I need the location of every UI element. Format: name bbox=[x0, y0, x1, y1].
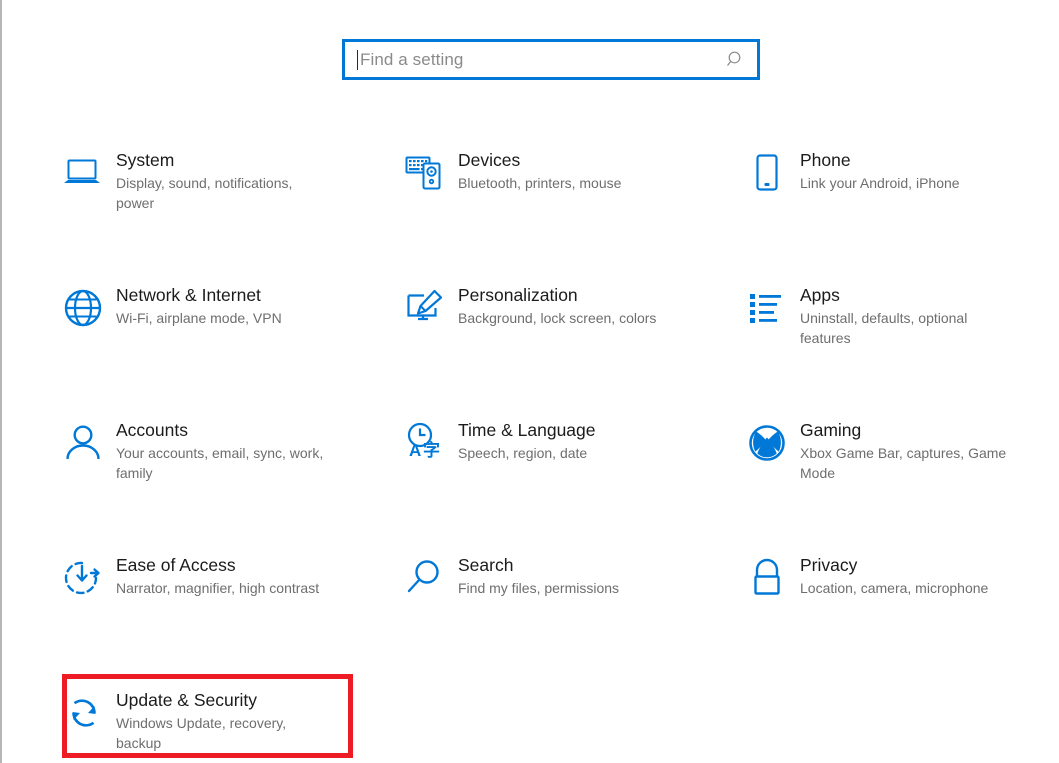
tile-subtitle: Speech, region, date bbox=[458, 443, 674, 463]
tile-subtitle: Xbox Game Bar, captures, Game Mode bbox=[800, 443, 1018, 483]
tile-title: Search bbox=[458, 554, 734, 576]
clock-language-icon: A 字 bbox=[404, 418, 458, 466]
tile-title: Time & Language bbox=[458, 419, 734, 441]
settings-tile-phone[interactable]: Phone Link your Android, iPhone bbox=[746, 148, 1046, 196]
tile-title: Apps bbox=[800, 284, 1046, 306]
settings-tile-search[interactable]: Search Find my files, permissions bbox=[404, 553, 734, 601]
tile-text-block: System Display, sound, notifications, po… bbox=[116, 148, 392, 213]
tile-text-block: Time & Language Speech, region, date bbox=[458, 418, 734, 463]
tile-text-block: Accounts Your accounts, email, sync, wor… bbox=[116, 418, 392, 483]
settings-tile-privacy[interactable]: Privacy Location, camera, microphone bbox=[746, 553, 1046, 601]
settings-tile-time-language[interactable]: A 字 Time & Language Speech, region, date bbox=[404, 418, 734, 466]
tile-text-block: Ease of Access Narrator, magnifier, high… bbox=[116, 553, 392, 598]
tile-title: Devices bbox=[458, 149, 734, 171]
tile-title: Ease of Access bbox=[116, 554, 392, 576]
tile-subtitle: Find my files, permissions bbox=[458, 578, 674, 598]
tile-text-block: Gaming Xbox Game Bar, captures, Game Mod… bbox=[800, 418, 1046, 483]
tile-text-block: Apps Uninstall, defaults, optional featu… bbox=[800, 283, 1046, 348]
tile-text-block: Search Find my files, permissions bbox=[458, 553, 734, 598]
refresh-icon bbox=[62, 688, 116, 736]
person-icon bbox=[62, 418, 116, 466]
tile-subtitle: Location, camera, microphone bbox=[800, 578, 1018, 598]
tile-row: Accounts Your accounts, email, sync, wor… bbox=[0, 418, 1059, 553]
settings-tile-accounts[interactable]: Accounts Your accounts, email, sync, wor… bbox=[62, 418, 392, 483]
tile-title: Network & Internet bbox=[116, 284, 392, 306]
settings-tile-grid: System Display, sound, notifications, po… bbox=[0, 148, 1059, 763]
tile-subtitle: Wi-Fi, airplane mode, VPN bbox=[116, 308, 332, 328]
tile-subtitle: Display, sound, notifications, power bbox=[116, 173, 332, 213]
search-icon[interactable] bbox=[725, 49, 747, 71]
tile-subtitle: Your accounts, email, sync, work, family bbox=[116, 443, 332, 483]
tile-row: System Display, sound, notifications, po… bbox=[0, 148, 1059, 283]
devices-icon bbox=[404, 148, 458, 196]
settings-tile-gaming[interactable]: Gaming Xbox Game Bar, captures, Game Mod… bbox=[746, 418, 1046, 483]
tile-title: Privacy bbox=[800, 554, 1046, 576]
magnifier-icon bbox=[404, 553, 458, 601]
tile-title: Gaming bbox=[800, 419, 1046, 441]
settings-tile-apps[interactable]: Apps Uninstall, defaults, optional featu… bbox=[746, 283, 1046, 348]
tile-title: Update & Security bbox=[116, 689, 392, 711]
tile-title: System bbox=[116, 149, 392, 171]
tile-row: Update & Security Windows Update, recove… bbox=[0, 688, 1059, 763]
svg-text:A: A bbox=[409, 441, 421, 460]
ease-of-access-icon bbox=[62, 553, 116, 601]
tile-text-block: Phone Link your Android, iPhone bbox=[800, 148, 1046, 193]
lock-icon bbox=[746, 553, 800, 601]
tile-text-block: Personalization Background, lock screen,… bbox=[458, 283, 734, 328]
svg-text:字: 字 bbox=[423, 440, 440, 461]
settings-home-page: Find a setting System Display, sou bbox=[0, 0, 1059, 763]
tile-text-block: Devices Bluetooth, printers, mouse bbox=[458, 148, 734, 193]
settings-tile-update-security[interactable]: Update & Security Windows Update, recove… bbox=[62, 688, 392, 753]
tile-text-block: Update & Security Windows Update, recove… bbox=[116, 688, 392, 753]
settings-tile-ease-of-access[interactable]: Ease of Access Narrator, magnifier, high… bbox=[62, 553, 392, 601]
tile-title: Phone bbox=[800, 149, 1046, 171]
tile-title: Accounts bbox=[116, 419, 392, 441]
tile-row: Network & Internet Wi-Fi, airplane mode,… bbox=[0, 283, 1059, 418]
search-placeholder-text: Find a setting bbox=[360, 51, 725, 68]
tile-subtitle: Bluetooth, printers, mouse bbox=[458, 173, 674, 193]
settings-tile-personalization[interactable]: Personalization Background, lock screen,… bbox=[404, 283, 734, 331]
tile-text-block: Privacy Location, camera, microphone bbox=[800, 553, 1046, 598]
tile-text-block: Network & Internet Wi-Fi, airplane mode,… bbox=[116, 283, 392, 328]
xbox-icon bbox=[746, 418, 800, 466]
laptop-icon bbox=[62, 148, 116, 196]
paintbrush-monitor-icon bbox=[404, 283, 458, 331]
settings-tile-network-internet[interactable]: Network & Internet Wi-Fi, airplane mode,… bbox=[62, 283, 392, 331]
search-input[interactable]: Find a setting bbox=[342, 39, 760, 80]
tile-subtitle: Windows Update, recovery, backup bbox=[116, 713, 332, 753]
phone-icon bbox=[746, 148, 800, 196]
tile-subtitle: Link your Android, iPhone bbox=[800, 173, 1018, 193]
tile-subtitle: Background, lock screen, colors bbox=[458, 308, 674, 328]
globe-icon bbox=[62, 283, 116, 331]
tile-subtitle: Narrator, magnifier, high contrast bbox=[116, 578, 332, 598]
settings-tile-devices[interactable]: Devices Bluetooth, printers, mouse bbox=[404, 148, 734, 196]
settings-tile-system[interactable]: System Display, sound, notifications, po… bbox=[62, 148, 392, 213]
tile-row: Ease of Access Narrator, magnifier, high… bbox=[0, 553, 1059, 688]
app-list-icon bbox=[746, 283, 800, 331]
tile-subtitle: Uninstall, defaults, optional features bbox=[800, 308, 1018, 348]
tile-title: Personalization bbox=[458, 284, 734, 306]
text-caret bbox=[357, 50, 358, 70]
